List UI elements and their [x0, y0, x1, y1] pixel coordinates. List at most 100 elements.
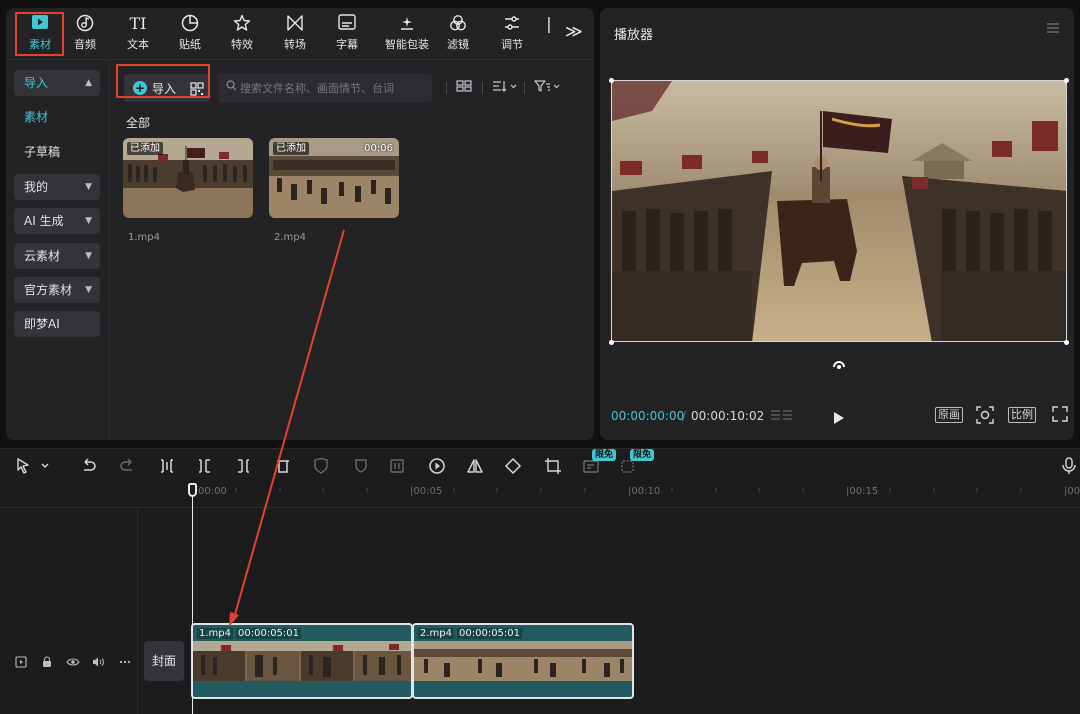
undo-icon[interactable]	[80, 457, 98, 479]
timeline-clip-2[interactable]: 2.mp4 00:00:05:01	[412, 623, 634, 699]
sidebar-item-ai-generate[interactable]: AI 生成 ▼	[14, 208, 100, 234]
ruler-label-0: 00:00	[198, 486, 227, 497]
search-input[interactable]	[240, 74, 426, 102]
play-icon[interactable]	[833, 410, 845, 429]
tool-sticker[interactable]: 贴纸	[164, 14, 216, 58]
timeline-ruler[interactable]: 00:00 |00:05 |00:10 |00:15 |00	[0, 484, 1080, 508]
timeline-toolbar: 限免 限免	[0, 448, 1080, 484]
tool-sticker-label: 贴纸	[179, 38, 201, 51]
tool-subtitle[interactable]: 字幕	[321, 14, 373, 58]
tool-adjust[interactable]: 调节	[486, 14, 538, 58]
ruler-ticks	[235, 488, 1022, 492]
chevron-down-icon: ▼	[85, 285, 92, 295]
tool-adjust-label: 调节	[501, 38, 523, 51]
audio-meter-icon	[770, 408, 794, 428]
timeline-clip-1[interactable]: 1.mp4 00:00:05:01	[191, 623, 413, 699]
more-tools-icon[interactable]: ≫	[565, 22, 583, 42]
resize-handle-tr[interactable]	[1064, 78, 1069, 83]
microphone-icon[interactable]	[1062, 457, 1076, 479]
resize-handle-tl[interactable]	[609, 78, 614, 83]
sidebar-item-import[interactable]: 导入 ▲	[14, 70, 100, 96]
sidebar-item-subdraft[interactable]: 子草稿	[14, 139, 100, 165]
track-video-icon	[15, 656, 27, 668]
volume-icon	[93, 657, 104, 667]
audio-icon	[59, 14, 111, 34]
tool-effects[interactable]: 特效	[216, 14, 268, 58]
plus-icon: +	[133, 81, 147, 95]
eye-icon	[66, 658, 80, 666]
search-box[interactable]	[218, 74, 432, 102]
sidebar-item-media[interactable]: 素材	[14, 104, 100, 130]
import-button[interactable]: + 导入	[124, 74, 210, 102]
mask-icon[interactable]	[352, 457, 370, 479]
shield-ai-icon[interactable]	[312, 457, 330, 479]
effects-icon	[216, 14, 268, 34]
time-separator: /	[682, 409, 687, 423]
mirror-icon[interactable]	[466, 457, 484, 479]
tool-transition-label: 转场	[284, 38, 306, 51]
ruler-label-20: |00	[1064, 486, 1080, 497]
chevron-down-icon: ▼	[85, 182, 92, 192]
sidebar-item-cloud[interactable]: 云素材 ▼	[14, 243, 100, 269]
playhead-line[interactable]	[192, 486, 193, 714]
tool-transition[interactable]: 转场	[269, 14, 321, 58]
text-icon: TI	[129, 14, 147, 33]
sticker-icon	[164, 14, 216, 34]
tool-text[interactable]: TI 文本	[112, 14, 164, 58]
resize-handle-br[interactable]	[1064, 340, 1069, 345]
split-left-icon[interactable]	[196, 457, 214, 479]
media-sidebar: 导入 ▲ 素材 子草稿 我的 ▼ AI 生成 ▼ 云素材 ▼ 官方素材 ▼ 即梦…	[6, 60, 110, 440]
menu-icon[interactable]	[1046, 22, 1060, 38]
select-tool-icon[interactable]	[16, 457, 50, 479]
subtitle-icon	[321, 14, 373, 34]
media-thumbnail-2[interactable]: 已添加 00:06	[269, 138, 399, 218]
media-filename-2: 2.mp4	[274, 232, 306, 243]
tool-smart-pack[interactable]: 智能包装	[380, 14, 434, 58]
lock-icon	[43, 656, 51, 667]
split-right-icon[interactable]	[234, 457, 252, 479]
resize-handle-bl[interactable]	[609, 340, 614, 345]
video-frame-image	[612, 81, 1066, 341]
cover-button[interactable]: 封面	[144, 641, 184, 681]
fullscreen-icon[interactable]	[1052, 406, 1068, 426]
delete-icon[interactable]	[274, 457, 292, 479]
tool-text-label: 文本	[127, 38, 149, 51]
free-badge-1: 限免	[592, 449, 617, 461]
tool-filter[interactable]: 滤镜	[432, 14, 484, 58]
tool-audio[interactable]: 音频	[59, 14, 111, 58]
transition-icon	[269, 14, 321, 34]
split-icon[interactable]	[158, 457, 176, 479]
rotate-handle-icon[interactable]	[832, 356, 846, 370]
tool-filter-label: 滤镜	[447, 38, 469, 51]
tool-media-label: 素材	[29, 38, 51, 51]
rotate-icon[interactable]	[504, 457, 522, 479]
sidebar-item-official[interactable]: 官方素材 ▼	[14, 277, 100, 303]
freeze-icon[interactable]	[388, 457, 406, 479]
sidebar-item-jimeng[interactable]: 即梦AI	[14, 311, 100, 337]
search-icon	[226, 80, 237, 94]
current-time: 00:00:00:00	[611, 409, 685, 423]
player-panel: 播放器 00:00:00:00 / 00:00:10:02 原画 比例	[600, 8, 1074, 440]
tool-partial[interactable]: |	[534, 14, 564, 58]
speed-icon[interactable]	[428, 457, 446, 479]
playhead-handle[interactable]	[188, 483, 197, 497]
redo-icon[interactable]	[118, 457, 136, 479]
clip-1-label: 1.mp4 00:00:05:01	[197, 628, 302, 639]
qr-code-icon[interactable]	[190, 81, 204, 96]
sidebar-item-mine[interactable]: 我的 ▼	[14, 174, 100, 200]
all-files-label: 全部	[126, 116, 151, 130]
original-quality-button[interactable]: 原画	[935, 407, 963, 423]
sort-icon[interactable]	[492, 80, 518, 95]
player-title: 播放器	[614, 28, 654, 43]
focus-icon[interactable]	[976, 406, 994, 428]
chevron-up-icon: ▲	[85, 78, 92, 88]
filter-sort-icon[interactable]	[534, 80, 562, 95]
total-time: 00:00:10:02	[691, 409, 765, 423]
grid-view-icon[interactable]	[456, 80, 472, 95]
ruler-label-15: |00:15	[846, 486, 879, 497]
media-thumbnail-1[interactable]: 已添加	[123, 138, 253, 218]
aspect-ratio-button[interactable]: 比例	[1008, 407, 1036, 423]
crop-icon[interactable]	[544, 457, 562, 479]
video-preview[interactable]	[611, 80, 1067, 342]
chevron-down-icon: ▼	[85, 251, 92, 261]
